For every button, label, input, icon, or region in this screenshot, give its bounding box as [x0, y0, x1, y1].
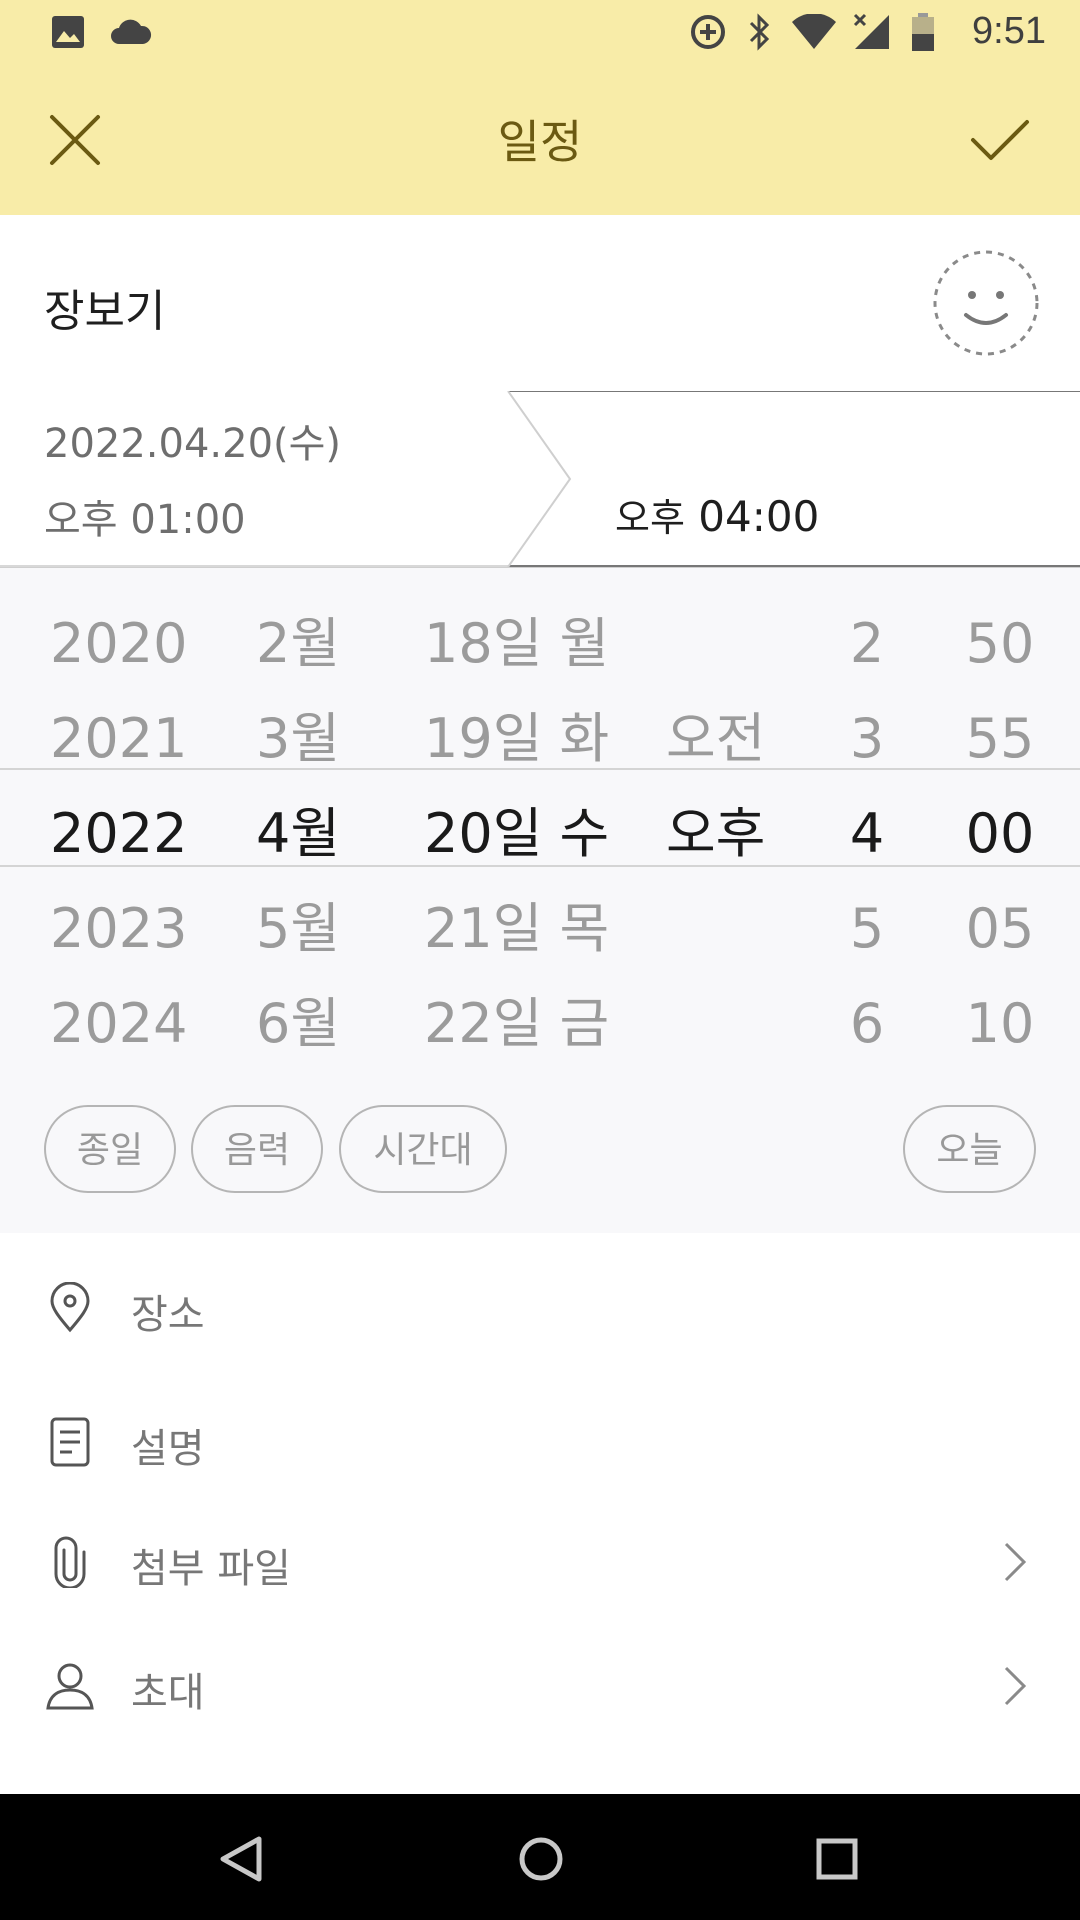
month-wheel[interactable]: 2월 3월 4월 5월 6월: [256, 596, 376, 1071]
day-wheel[interactable]: 18일 월 19일 화 20일 수 21일 목 22일 금: [424, 596, 624, 1071]
person-icon: [46, 1663, 94, 1710]
picker-month[interactable]: 6월: [256, 976, 376, 1071]
cellular-no-signal-icon: [852, 12, 892, 52]
home-button[interactable]: [506, 1824, 576, 1894]
home-circle-icon: [519, 1837, 563, 1881]
all-day-chip[interactable]: 종일: [44, 1105, 176, 1193]
ampm-wheel[interactable]: 오전 오후: [666, 596, 786, 1071]
location-pin-icon: [50, 1282, 90, 1333]
picker-year-selected[interactable]: 2022: [50, 786, 187, 881]
year-wheel[interactable]: 2020 2021 2022 2023 2024: [50, 596, 187, 1071]
emoji-picker-button[interactable]: [932, 249, 1040, 357]
date-range-row: 2022.04.20(수) 오후 01:00 오후 04:00: [0, 391, 1080, 567]
start-time[interactable]: 오후 01:00: [44, 487, 246, 545]
image-icon: [50, 12, 86, 52]
lunar-chip[interactable]: 음력: [191, 1105, 323, 1193]
minute-wheel[interactable]: 50 55 00 05 10: [960, 596, 1040, 1071]
back-button[interactable]: [206, 1824, 276, 1894]
status-time: 9:51: [972, 10, 1046, 52]
location-label: 장소: [131, 1292, 205, 1338]
picker-ampm[interactable]: [666, 596, 786, 691]
status-bar: 9:51: [0, 0, 1080, 64]
picker-hour[interactable]: 2: [832, 596, 902, 691]
picker-day[interactable]: 22일 금: [424, 976, 624, 1071]
picker-ampm[interactable]: [666, 881, 786, 976]
check-icon: [971, 120, 1029, 160]
picker-day[interactable]: 18일 월: [424, 596, 624, 691]
sync-add-icon: [688, 12, 728, 52]
picker-hour[interactable]: 6: [832, 976, 902, 1071]
wifi-icon: [790, 12, 838, 52]
confirm-button[interactable]: [950, 86, 1050, 194]
chevron-right-icon: [1004, 1666, 1027, 1706]
today-chip[interactable]: 오늘: [903, 1105, 1036, 1193]
description-row[interactable]: 설명: [0, 1380, 1080, 1500]
picker-day[interactable]: 19일 화: [424, 691, 624, 786]
attachment-label: 첨부 파일: [131, 1546, 291, 1592]
attachment-row[interactable]: 첨부 파일: [0, 1500, 1080, 1620]
back-triangle-icon: [220, 1836, 262, 1882]
datetime-picker: 2020 2021 2022 2023 2024 2월 3월 4월 5월 6월 …: [0, 567, 1080, 1233]
picker-ampm[interactable]: 오전: [666, 691, 786, 786]
event-title-row: 장보기: [0, 215, 1080, 392]
recents-button[interactable]: [802, 1824, 872, 1894]
page-title: 일정: [497, 115, 583, 169]
picker-hour[interactable]: 5: [832, 881, 902, 976]
picker-year[interactable]: 2021: [50, 691, 187, 786]
picker-month[interactable]: 2월: [256, 596, 376, 691]
start-date[interactable]: 2022.04.20(수): [44, 411, 341, 469]
end-time-ampm: 오후: [615, 496, 685, 540]
picker-month[interactable]: 5월: [256, 881, 376, 976]
bluetooth-icon: [744, 12, 774, 52]
chevron-right-icon: [1004, 1542, 1027, 1582]
invite-label: 초대: [131, 1670, 205, 1716]
picker-day[interactable]: 21일 목: [424, 881, 624, 976]
hour-wheel[interactable]: 2 3 4 5 6: [832, 596, 902, 1071]
paperclip-icon: [54, 1536, 86, 1588]
end-time[interactable]: 오후 04:00: [615, 487, 819, 542]
smiley-placeholder-icon: [933, 250, 1039, 356]
picker-year[interactable]: 2020: [50, 596, 187, 691]
location-row[interactable]: 장소: [0, 1246, 1080, 1366]
picker-minute-selected[interactable]: 00: [960, 786, 1040, 881]
invite-row[interactable]: 초대: [0, 1624, 1080, 1744]
recents-square-icon: [816, 1838, 858, 1880]
navigation-bar: [0, 1794, 1080, 1920]
battery-icon: [910, 12, 936, 52]
picker-minute[interactable]: 50: [960, 596, 1040, 691]
picker-year[interactable]: 2023: [50, 881, 187, 976]
event-title-input[interactable]: 장보기: [44, 275, 165, 339]
picker-year[interactable]: 2024: [50, 976, 187, 1071]
picker-month[interactable]: 3월: [256, 691, 376, 786]
timezone-chip[interactable]: 시간대: [339, 1105, 507, 1193]
description-label: 설명: [131, 1426, 205, 1472]
document-icon: [50, 1417, 90, 1467]
picker-ampm-selected[interactable]: 오후: [666, 786, 786, 881]
end-time-value: 04:00: [698, 492, 820, 541]
picker-minute[interactable]: 55: [960, 691, 1040, 786]
picker-minute[interactable]: 10: [960, 976, 1040, 1071]
cloud-icon: [108, 12, 154, 52]
picker-month-selected[interactable]: 4월: [256, 786, 376, 881]
picker-hour-selected[interactable]: 4: [832, 786, 902, 881]
picker-ampm[interactable]: [666, 976, 786, 1071]
picker-minute[interactable]: 05: [960, 881, 1040, 976]
picker-hour[interactable]: 3: [832, 691, 902, 786]
picker-day-selected[interactable]: 20일 수: [424, 786, 624, 881]
